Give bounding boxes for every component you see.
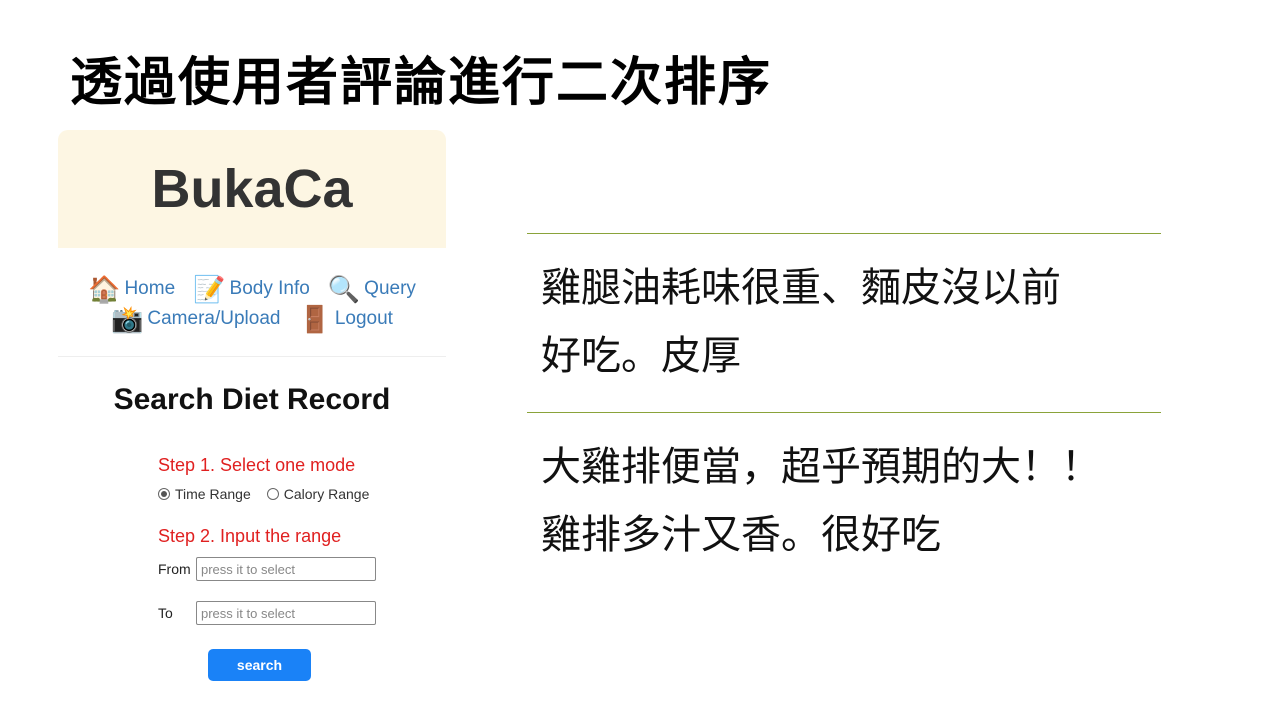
app-name: BukaCa [151, 159, 353, 219]
nav-label-body-info: Body Info [229, 278, 310, 299]
magnifier-icon: 🔍 [327, 274, 361, 304]
radio-calory-range-dot[interactable] [266, 488, 279, 500]
review-item: 雞腿油耗味很重、麵皮沒以前 好吃。皮厚 [527, 233, 1161, 412]
camera-icon: 📸 [111, 304, 144, 334]
nav-menu: 🏠 Home 📝 Body Info 🔍 Query 📸 Camera/Uplo… [58, 248, 446, 357]
nav-label-query: Query [364, 278, 416, 299]
radio-time-range[interactable]: Time Range [158, 486, 251, 502]
house-icon: 🏠 [88, 274, 121, 304]
from-input[interactable] [196, 557, 376, 581]
search-form: Step 1. Select one mode Time Range Calor… [58, 455, 446, 681]
nav-item-logout[interactable]: 🚪 Logout [298, 306, 393, 332]
search-button[interactable]: search [208, 649, 311, 681]
slide-title: 透過使用者評論進行二次排序 [70, 53, 773, 113]
nav-label-camera-upload: Camera/Upload [147, 308, 281, 329]
review-1-line-1: 雞腿油耗味很重、麵皮沒以前 [541, 265, 1061, 311]
to-input[interactable] [196, 601, 376, 625]
radio-calory-range[interactable]: Calory Range [266, 486, 370, 502]
radio-calory-range-label: Calory Range [283, 486, 370, 502]
nav-item-body-info[interactable]: 📝 Body Info [193, 276, 310, 302]
from-row: From [158, 557, 446, 581]
door-icon: 🚪 [298, 304, 331, 334]
review-2-line-1: 大雞排便當，超乎預期的大！！ [541, 444, 1101, 490]
to-label: To [158, 605, 173, 621]
radio-time-range-label: Time Range [175, 486, 251, 502]
nav-row-1: 🏠 Home 📝 Body Info 🔍 Query [58, 276, 446, 302]
review-item: 大雞排便當，超乎預期的大！！ 雞排多汁又香。很好吃 [527, 412, 1161, 591]
nav-label-logout: Logout [334, 308, 393, 329]
review-1-line-2: 好吃。皮厚 [541, 333, 741, 379]
app-header: BukaCa [58, 130, 446, 248]
reviews-panel: 雞腿油耗味很重、麵皮沒以前 好吃。皮厚 大雞排便當，超乎預期的大！！ 雞排多汁又… [527, 233, 1161, 591]
from-label: From [158, 561, 191, 577]
nav-item-home[interactable]: 🏠 Home [88, 276, 175, 302]
nav-label-home: Home [124, 278, 176, 299]
nav-item-camera-upload[interactable]: 📸 Camera/Upload [111, 306, 280, 332]
nav-item-query[interactable]: 🔍 Query [328, 276, 416, 302]
nav-row-2: 📸 Camera/Upload 🚪 Logout [58, 306, 446, 332]
memo-icon: 📝 [193, 274, 226, 304]
to-row: To [158, 601, 446, 625]
app-screenshot: BukaCa 🏠 Home 📝 Body Info 🔍 Query 📸 Came… [58, 130, 446, 720]
review-2-line-2: 雞排多汁又香。很好吃 [541, 512, 941, 558]
radio-time-range-dot[interactable] [158, 488, 170, 500]
mode-radio-group: Time Range Calory Range [158, 486, 446, 502]
form-title: Search Diet Record [113, 383, 391, 416]
step1-label: Step 1. Select one mode [158, 455, 356, 475]
step2-label: Step 2. Input the range [158, 526, 342, 546]
